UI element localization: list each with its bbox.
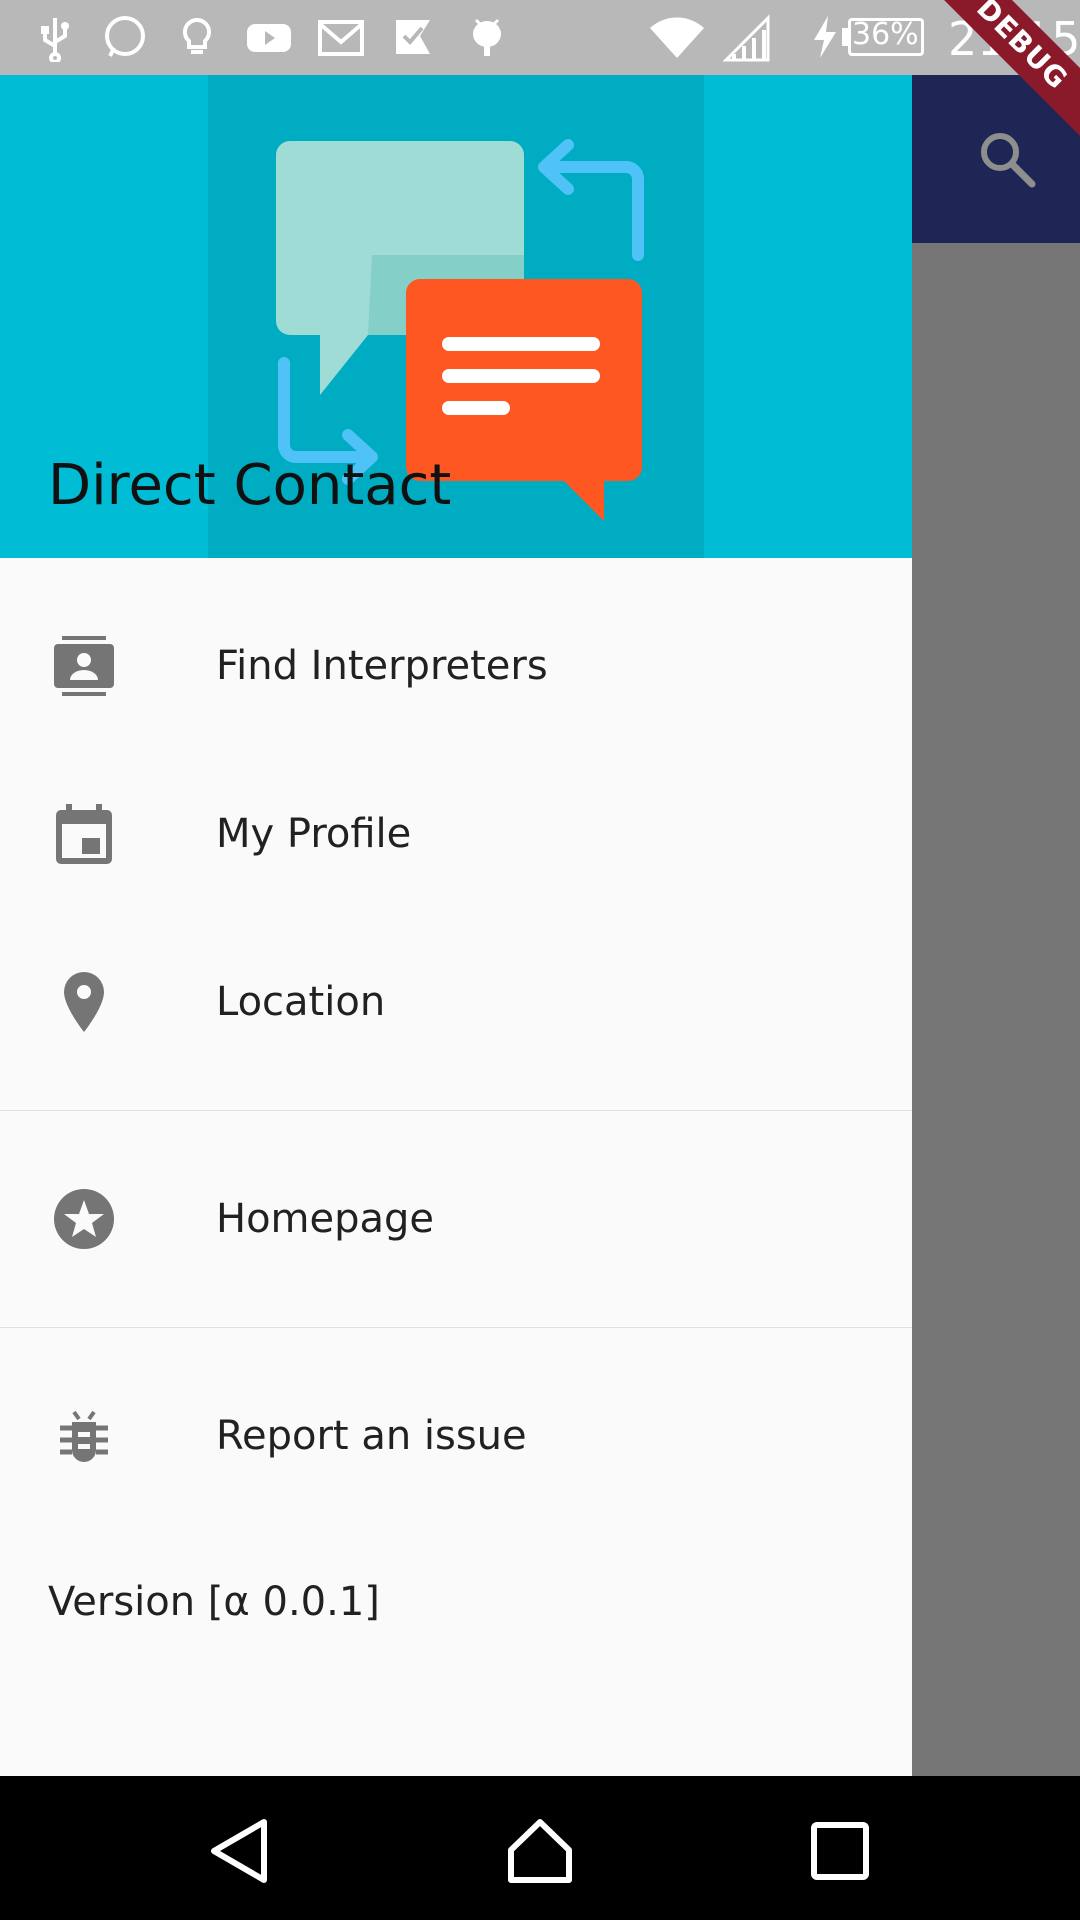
menu-item-label: Report an issue [216, 1413, 527, 1459]
menu-item-label: Homepage [216, 1196, 435, 1242]
home-icon[interactable] [505, 1816, 575, 1886]
status-bar: 36% 21:15 [0, 0, 1080, 75]
navigation-drawer: Direct Contact Find Interpreters My Prof… [0, 75, 912, 1776]
menu-item-label: Find Interpreters [216, 643, 548, 689]
system-nav-bar [0, 1776, 1080, 1920]
bug-icon [60, 1410, 108, 1462]
version-text: Version [α 0.0.1] [48, 1579, 380, 1625]
signal-icon [722, 14, 770, 62]
charging-icon [814, 16, 836, 58]
calendar-icon [56, 804, 112, 864]
scrim-overlay[interactable] [912, 243, 1080, 1776]
menu-item-homepage[interactable]: Homepage [0, 1135, 912, 1303]
gmail-icon [318, 20, 364, 56]
android-icon [473, 18, 501, 56]
drawer-header-title: Direct Contact [48, 453, 452, 518]
divider [0, 1110, 912, 1111]
lightbulb-icon [182, 17, 212, 54]
battery-percentage: 36% [852, 17, 919, 52]
recents-icon[interactable] [805, 1816, 875, 1886]
menu-item-report-issue[interactable]: Report an issue [0, 1352, 912, 1520]
wifi-icon [650, 17, 704, 58]
menu-item-find-interpreters[interactable]: Find Interpreters [0, 582, 912, 750]
location-pin-icon [64, 972, 104, 1032]
divider [0, 1327, 912, 1328]
menu-item-my-profile[interactable]: My Profile [0, 750, 912, 918]
check-app-icon [396, 20, 430, 54]
back-icon[interactable] [206, 1816, 276, 1886]
contact-card-icon [54, 636, 114, 696]
usb-icon [41, 18, 69, 62]
youtube-icon [247, 24, 291, 52]
menu-item-location[interactable]: Location [0, 918, 912, 1086]
menu-item-label: Location [216, 979, 386, 1025]
whatsapp-icon [105, 16, 145, 57]
drawer-header: Direct Contact [0, 75, 912, 558]
menu-item-label: My Profile [216, 811, 412, 857]
star-circle-icon [54, 1189, 114, 1249]
search-icon[interactable] [978, 130, 1036, 188]
